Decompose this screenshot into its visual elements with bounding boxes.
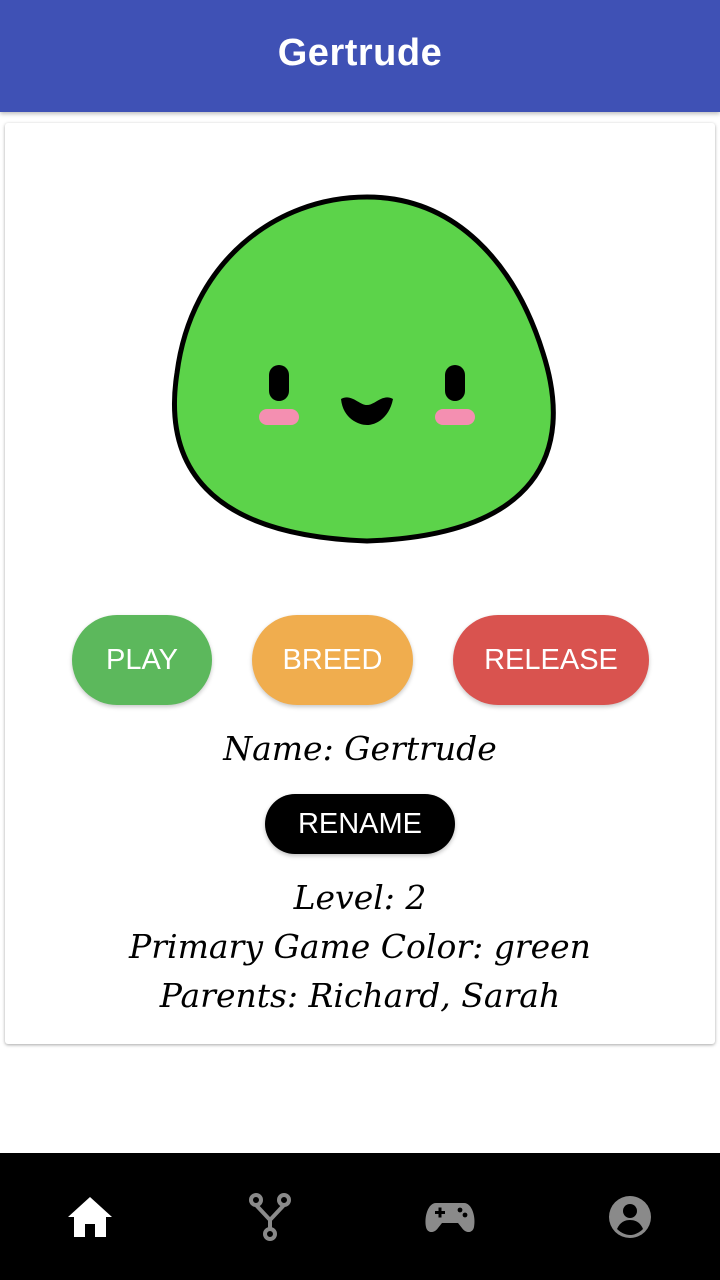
- app-bar: Gertrude: [0, 0, 720, 112]
- nav-games[interactable]: [360, 1153, 540, 1280]
- fork-icon: [249, 1192, 291, 1241]
- gamepad-icon: [425, 1202, 475, 1232]
- creature-level: Level: 2: [293, 878, 427, 917]
- nav-home[interactable]: [0, 1153, 180, 1280]
- creature-card: PLAY BREED RELEASE Name: Gertrude RENAME…: [5, 123, 715, 1044]
- home-icon: [68, 1196, 112, 1237]
- creature-name: Name: Gertrude: [223, 729, 497, 768]
- left-blush: [259, 409, 299, 425]
- play-button[interactable]: PLAY: [72, 615, 212, 705]
- right-eye: [445, 365, 465, 401]
- slime-creature-icon: [165, 193, 569, 553]
- primary-game-color: Primary Game Color: green: [129, 927, 591, 966]
- page-title: Gertrude: [277, 31, 443, 74]
- nav-breed[interactable]: [180, 1153, 360, 1280]
- creature-parents: Parents: Richard, Sarah: [159, 976, 561, 1015]
- breed-button[interactable]: BREED: [252, 615, 413, 705]
- app-screen: Gertrude PLAY BREED RELEASE Name: Gertru…: [0, 0, 720, 1280]
- release-button[interactable]: RELEASE: [453, 615, 649, 705]
- rename-button[interactable]: RENAME: [265, 794, 455, 854]
- action-buttons: PLAY BREED RELEASE: [5, 615, 715, 705]
- right-blush: [435, 409, 475, 425]
- nav-profile[interactable]: [540, 1153, 720, 1280]
- account-icon: [609, 1195, 651, 1238]
- left-eye: [269, 365, 289, 401]
- bottom-navigation: [0, 1153, 720, 1280]
- slime-body: [172, 194, 556, 544]
